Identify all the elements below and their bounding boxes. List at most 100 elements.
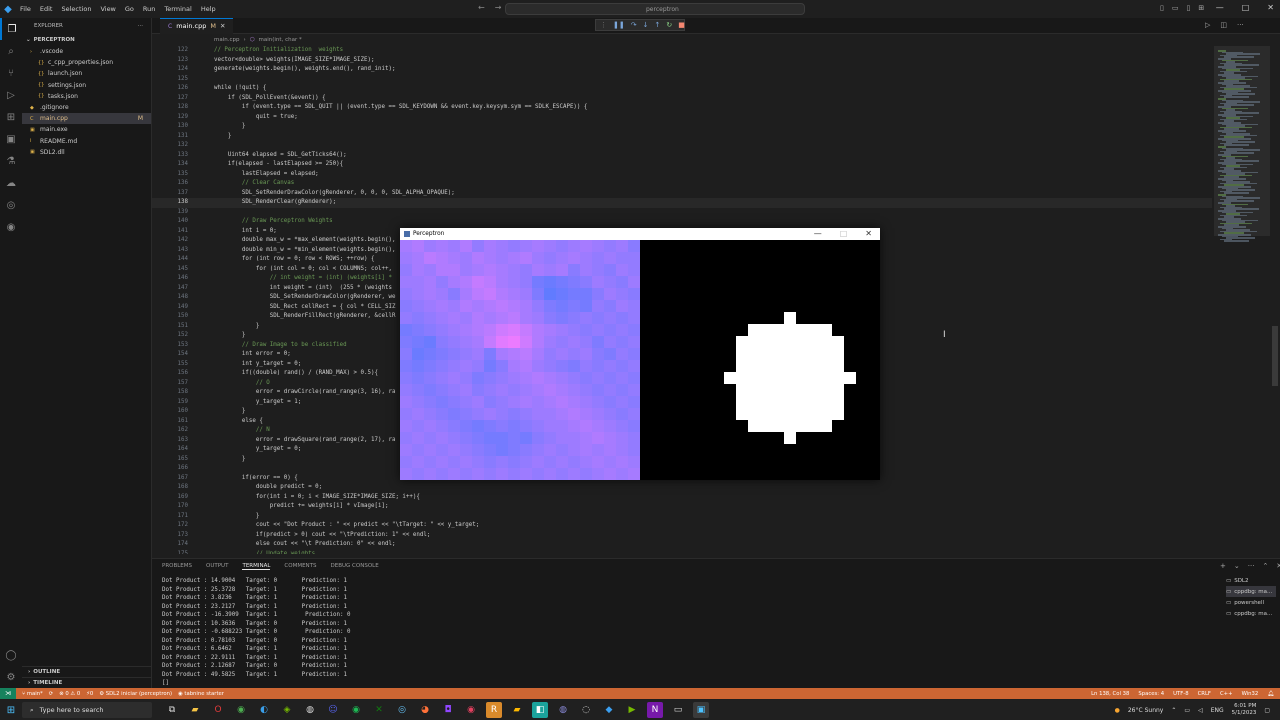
git-branch[interactable]: ⑂ main* xyxy=(22,691,43,697)
notifications-icon[interactable]: 🔔︎ xyxy=(1267,691,1274,697)
step-into-icon[interactable]: ↓ xyxy=(643,21,649,29)
editor-scrollbar[interactable] xyxy=(1272,46,1278,554)
launch-config[interactable]: ⚙ SDL2 iniciar (perceptron) xyxy=(99,691,172,697)
language-indicator[interactable]: ENG xyxy=(1211,707,1224,714)
xbox-icon[interactable]: ✕ xyxy=(371,702,387,718)
run-icon[interactable]: ▷ xyxy=(1205,21,1210,29)
language-mode[interactable]: C++ xyxy=(1220,691,1233,697)
app-icon-gray[interactable]: ▭ xyxy=(670,702,686,718)
perceptron-minimize-button[interactable]: — xyxy=(814,229,822,238)
file-tree-item[interactable]: {} c_cpp_properties.json xyxy=(22,57,151,68)
menu-selection[interactable]: Selection xyxy=(61,5,91,13)
terminal-app-icon[interactable]: ▶ xyxy=(624,702,640,718)
maximize-button[interactable]: □ xyxy=(1242,3,1250,12)
file-tree-item[interactable]: Cmain.cpp M xyxy=(22,113,151,125)
file-tree-item[interactable]: {} launch.json xyxy=(22,68,151,79)
extensions-icon[interactable]: ⊞ xyxy=(0,106,22,128)
new-terminal-icon[interactable]: + xyxy=(1220,562,1226,570)
cursor-position[interactable]: Ln 138, Col 38 xyxy=(1091,691,1129,697)
clock[interactable]: 6:01 PM 5/1/2023 xyxy=(1232,703,1257,717)
menu-help[interactable]: Help xyxy=(201,5,216,13)
tab-output[interactable]: OUTPUT xyxy=(206,563,228,569)
perceptron-maximize-button[interactable]: □ xyxy=(840,229,848,238)
perceptron-taskbar-icon[interactable]: ▣ xyxy=(693,702,709,718)
app-icon-teal[interactable]: ◧ xyxy=(532,702,548,718)
more-actions-icon[interactable]: ··· xyxy=(1248,562,1255,570)
customize-layout-icon[interactable]: ⊞ xyxy=(1198,4,1204,12)
steam-icon[interactable]: ◎ xyxy=(394,702,410,718)
explorer-icon[interactable]: ❐ xyxy=(0,18,22,40)
workspace-root[interactable]: ⌄ PERCEPTRON xyxy=(22,34,151,46)
github-desktop-icon[interactable]: ◍ xyxy=(302,702,318,718)
settings-gear-icon[interactable]: ⚙ xyxy=(0,666,22,688)
platform[interactable]: Win32 xyxy=(1242,691,1259,697)
file-tree-item[interactable]: ▣ SDL2.dll xyxy=(22,147,151,158)
file-tree-item[interactable]: i README.md xyxy=(22,136,151,147)
vscode-taskbar-icon[interactable]: ◆ xyxy=(601,702,617,718)
account-icon[interactable]: ◯ xyxy=(0,644,22,666)
perceptron-titlebar[interactable]: Perceptron — □ ✕ xyxy=(400,228,880,240)
onenote-icon[interactable]: N xyxy=(647,702,663,718)
remote-indicator-icon[interactable]: ⋊ xyxy=(0,688,16,699)
file-explorer-icon[interactable]: ▰ xyxy=(187,702,203,718)
menu-terminal[interactable]: Terminal xyxy=(164,5,191,13)
spotify-icon[interactable]: ◉ xyxy=(348,702,364,718)
edge-icon[interactable]: ◐ xyxy=(256,702,272,718)
step-over-icon[interactable]: ↷ xyxy=(631,21,637,29)
network-icon[interactable]: ▭ xyxy=(1184,707,1190,714)
close-tab-icon[interactable]: ✕ xyxy=(220,22,225,30)
windows-start-icon[interactable]: ⊞ xyxy=(0,700,22,720)
tab-problems[interactable]: PROBLEMS xyxy=(162,563,192,569)
problems-count[interactable]: ⊗ 0 ⚠ 0 xyxy=(59,691,80,697)
perceptron-window[interactable]: Perceptron — □ ✕ xyxy=(400,228,880,480)
back-arrow-icon[interactable]: ← xyxy=(478,3,485,12)
file-tree-item[interactable]: ◆ .gitignore xyxy=(22,102,151,113)
tabnine-icon[interactable]: ◎ xyxy=(0,194,22,216)
breadcrumb-symbol[interactable]: main(int, char * xyxy=(259,37,302,43)
forward-arrow-icon[interactable]: → xyxy=(495,3,502,12)
toggle-sidebar-icon[interactable]: ▯ xyxy=(1160,4,1164,12)
taskbar-search[interactable]: ⌕ Type here to search xyxy=(22,702,152,718)
volume-icon[interactable]: ◁ xyxy=(1198,707,1203,714)
drag-handle-icon[interactable]: ⋮ xyxy=(600,21,607,29)
terminal-instance[interactable]: ▭ cppdbg: ma... xyxy=(1226,586,1276,597)
tab-comments[interactable]: COMMENTS xyxy=(284,563,316,569)
chrome-icon[interactable]: ◉ xyxy=(233,702,249,718)
perceptron-close-button[interactable]: ✕ xyxy=(865,229,872,238)
notification-center-icon[interactable]: ▢ xyxy=(1264,707,1270,714)
nvidia-icon[interactable]: ◈ xyxy=(279,702,295,718)
close-button[interactable]: ✕ xyxy=(1267,3,1274,12)
terminal-output[interactable]: Dot Product : 14.9004 Target: 0 Predicti… xyxy=(162,577,1212,688)
remote-explorer-icon[interactable]: ▣ xyxy=(0,128,22,150)
search-icon[interactable]: ⌕ xyxy=(0,40,22,62)
opera-icon[interactable]: O xyxy=(210,702,226,718)
more-actions-icon[interactable]: ··· xyxy=(138,23,143,29)
terminal-dropdown-icon[interactable]: ⌄ xyxy=(1234,562,1240,570)
menu-file[interactable]: File xyxy=(20,5,31,13)
pause-icon[interactable]: ❚❚ xyxy=(613,21,625,29)
file-tree-item[interactable]: › .vscode xyxy=(22,46,151,57)
split-editor-icon[interactable]: ◫ xyxy=(1220,21,1227,29)
stop-icon[interactable]: ■ xyxy=(678,21,685,29)
testing-icon[interactable]: ⚗ xyxy=(0,150,22,172)
run-debug-icon[interactable]: ▷ xyxy=(0,84,22,106)
breadcrumb-file[interactable]: main.cpp xyxy=(214,37,240,43)
outline-section[interactable]: › OUTLINE xyxy=(22,666,152,677)
docker-icon[interactable]: ☁ xyxy=(0,172,22,194)
terminal-instance[interactable]: ▭ powershell xyxy=(1226,597,1276,608)
scrollbar-thumb[interactable] xyxy=(1272,326,1278,386)
menu-view[interactable]: View xyxy=(100,5,115,13)
tab-terminal[interactable]: TERMINAL xyxy=(242,563,271,570)
minimap[interactable] xyxy=(1214,46,1270,554)
discord-icon[interactable]: ☺ xyxy=(325,702,341,718)
app-icon-white[interactable]: ◌ xyxy=(578,702,594,718)
tab-debug-console[interactable]: DEBUG CONSOLE xyxy=(331,563,379,569)
sync-icon[interactable]: ⟳ xyxy=(49,691,53,697)
maximize-panel-icon[interactable]: ⌃ xyxy=(1262,562,1268,570)
source-control-icon[interactable]: ⑂ xyxy=(0,62,22,84)
file-tree-item[interactable]: {} settings.json xyxy=(22,80,151,91)
twitch-icon[interactable]: ◘ xyxy=(440,702,456,718)
more-actions-icon[interactable]: ··· xyxy=(1237,21,1244,29)
file-tree-item[interactable]: ▣ main.exe xyxy=(22,124,151,135)
app-icon-orange[interactable]: R xyxy=(486,702,502,718)
